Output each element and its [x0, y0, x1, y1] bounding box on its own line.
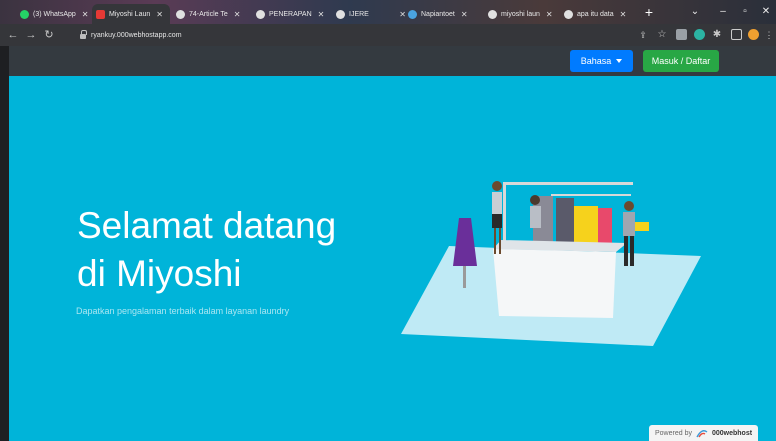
star-icon[interactable]: ☆: [655, 28, 669, 42]
tab-label: 74-Article Te: [189, 10, 228, 18]
globe-icon: [256, 9, 265, 19]
person-leg: [494, 228, 496, 254]
globe-icon: [564, 9, 573, 19]
host-brand-name: 000webhost: [711, 429, 753, 437]
tab-label: Napiantoet: [421, 10, 455, 18]
person-leg: [499, 228, 501, 254]
powered-by-label: Powered by: [655, 429, 692, 437]
close-icon[interactable]: ✕: [318, 10, 325, 19]
person-body: [492, 192, 502, 214]
site-navbar: Bahasa Masuk / Daftar: [9, 46, 776, 76]
dress-stand: [463, 266, 466, 288]
back-arrow-icon[interactable]: ←: [6, 28, 20, 42]
browser-toolbar: ← → ↻ ryankuy.000webhostapp.com ⇪ ☆ ✱ ⋮: [0, 24, 776, 46]
sidebar-icon[interactable]: [731, 29, 742, 40]
person-leg: [630, 236, 634, 266]
tab-miyoshi[interactable]: Miyoshi Laun ✕: [92, 4, 170, 24]
close-icon[interactable]: ✕: [461, 10, 468, 19]
address-bar[interactable]: ryankuy.000webhostapp.com: [72, 27, 632, 43]
url-text: ryankuy.000webhostapp.com: [91, 31, 182, 39]
hero-section: Selamat datang di Miyoshi Dapatkan penga…: [9, 76, 776, 441]
chevron-down-icon[interactable]: ⌄: [684, 3, 706, 21]
tab-article[interactable]: 74-Article Te ✕: [172, 4, 250, 24]
laundry-basket: [635, 222, 649, 231]
person-head: [492, 181, 502, 191]
browser-tab-strip: (3) WhatsApp ✕ Miyoshi Laun ✕ 74-Article…: [0, 0, 776, 24]
language-dropdown-button[interactable]: Bahasa: [570, 50, 633, 72]
window-close-icon[interactable]: ✕: [755, 3, 776, 21]
tab-napianto[interactable]: Napiantoet ✕: [404, 4, 482, 24]
person-leg: [624, 236, 628, 266]
close-icon[interactable]: ✕: [82, 10, 88, 19]
profile-icon[interactable]: [748, 29, 759, 40]
hanging-shirt-red: [598, 208, 612, 248]
new-tab-button[interactable]: +: [640, 4, 658, 20]
person-body: [623, 212, 635, 236]
puzzle-extensions-icon[interactable]: ✱: [710, 28, 724, 42]
webhost-logo-icon: [696, 430, 708, 438]
globe-icon: [176, 9, 185, 19]
close-icon[interactable]: ✕: [620, 10, 627, 19]
hanging-coat: [556, 198, 574, 246]
tab-label: Miyoshi Laun: [109, 10, 151, 18]
caret-down-icon: [616, 59, 623, 63]
hero-subtitle: Dapatkan pengalaman terbaik dalam layana…: [76, 306, 290, 316]
tab-label: PENERAPAN: [269, 10, 312, 18]
tab-penerapan[interactable]: PENERAPAN ✕: [252, 4, 330, 24]
site-favicon-icon: [408, 9, 417, 19]
dress-purple: [453, 218, 477, 266]
tab-apa-itu-data[interactable]: apa itu data ✕: [560, 4, 636, 24]
minimize-icon[interactable]: –: [712, 3, 734, 21]
language-button-label: Bahasa: [580, 56, 612, 66]
hero-title: Selamat datang di Miyoshi: [77, 202, 407, 298]
rack-bar-top: [503, 182, 633, 185]
close-icon[interactable]: ✕: [156, 10, 163, 19]
person-head: [624, 201, 634, 211]
share-icon[interactable]: ⇪: [636, 28, 650, 42]
tab-label: (3) WhatsApp: [33, 10, 76, 18]
reload-icon[interactable]: ↻: [42, 28, 56, 42]
hanging-shirt-yellow: [574, 206, 598, 246]
close-icon[interactable]: ✕: [234, 10, 241, 19]
person-head: [530, 195, 540, 205]
maximize-icon[interactable]: ▫: [734, 3, 756, 21]
person-skirt: [492, 214, 502, 228]
rack-bar: [551, 194, 631, 196]
forward-arrow-icon[interactable]: →: [24, 28, 38, 42]
tab-whatsapp[interactable]: (3) WhatsApp ✕: [16, 4, 88, 24]
hero-title-line-2: di Miyoshi: [77, 253, 242, 294]
tab-label: IJERE: [349, 10, 369, 18]
site-favicon-icon: [96, 9, 105, 19]
hero-title-line-1: Selamat datang: [77, 205, 337, 246]
globe-icon: [336, 9, 345, 19]
menu-icon[interactable]: ⋮: [764, 28, 774, 42]
tab-label: miyoshi laun: [501, 10, 540, 18]
whatsapp-icon: [20, 9, 29, 19]
globe-icon: [488, 9, 497, 19]
lock-icon: [80, 29, 87, 39]
counter-front: [493, 249, 616, 318]
extension-icon[interactable]: [676, 29, 687, 40]
tab-label: apa itu data: [577, 10, 614, 18]
person-body: [530, 206, 541, 228]
powered-by-badge[interactable]: Powered by 000webhost: [649, 425, 759, 441]
close-icon[interactable]: ✕: [546, 10, 553, 19]
login-register-button[interactable]: Masuk / Daftar: [643, 50, 719, 72]
extension-icon[interactable]: [694, 29, 705, 40]
laundry-illustration: [401, 181, 701, 346]
tab-ijere[interactable]: IJERE ✕: [332, 4, 410, 24]
tab-miyoshi-search[interactable]: miyoshi laun ✕: [484, 4, 558, 24]
